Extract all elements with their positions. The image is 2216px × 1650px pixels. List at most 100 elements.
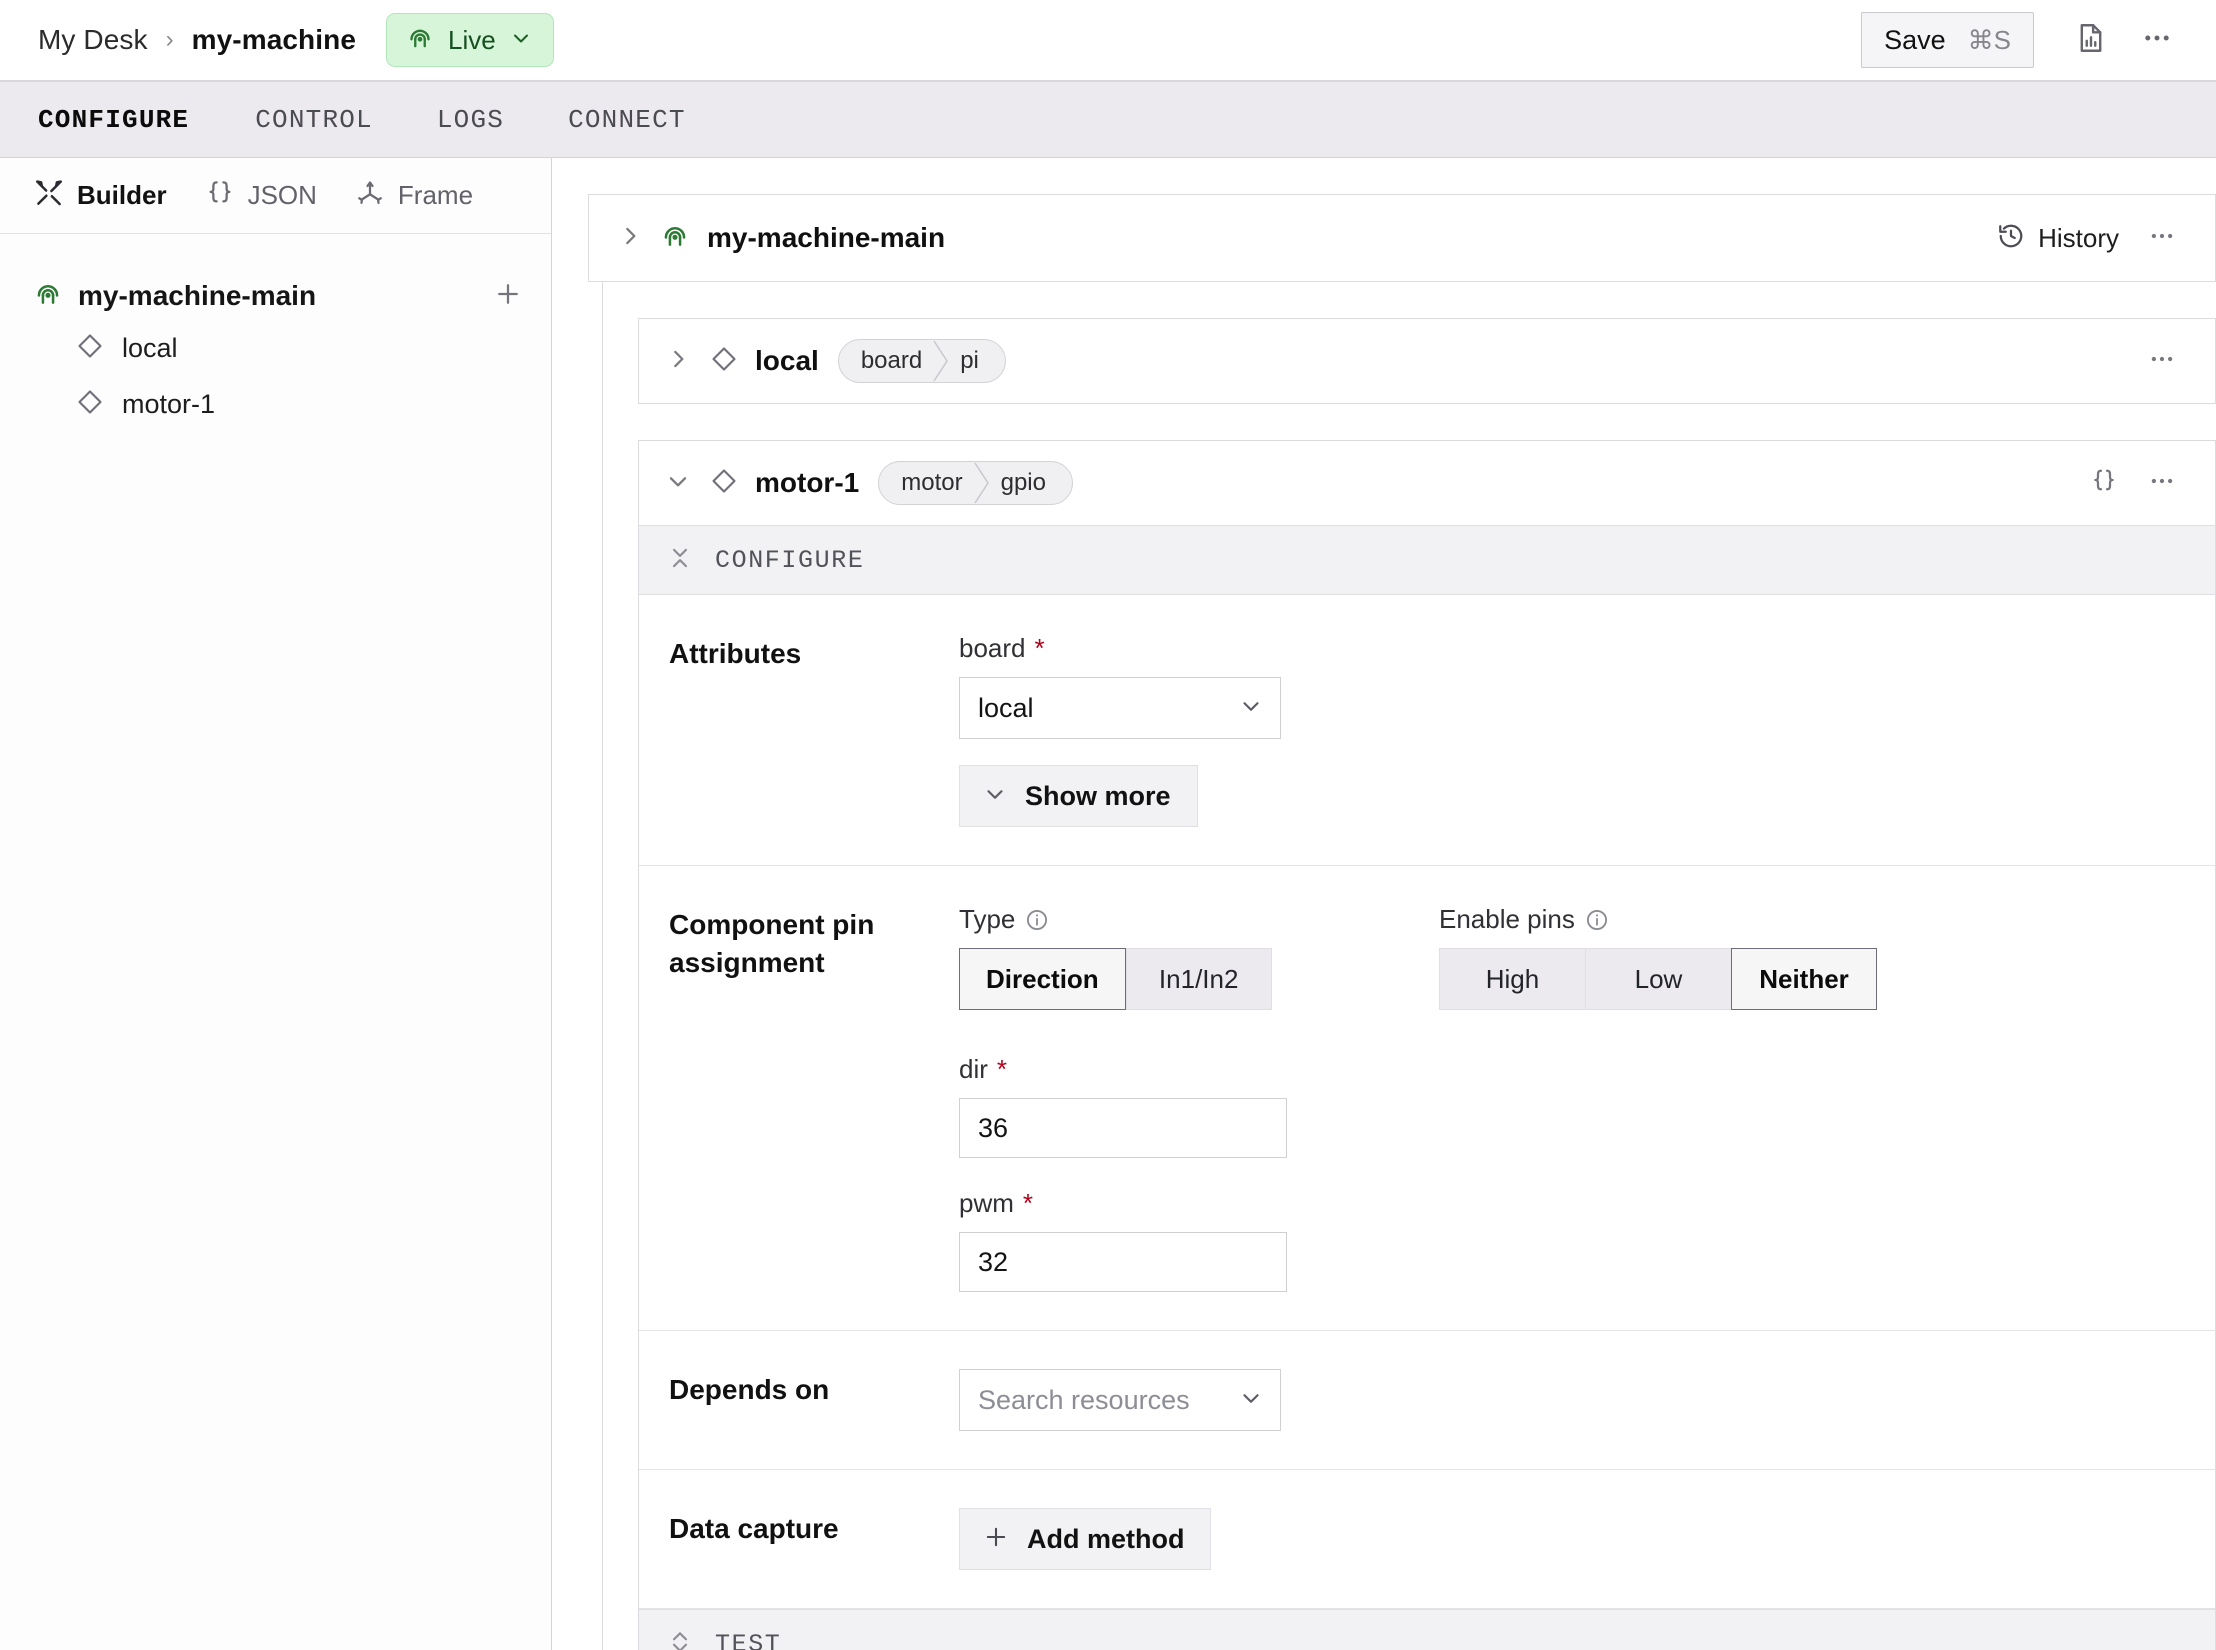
sidebar-mode-json[interactable]: JSON [205, 178, 355, 213]
attributes-gap [959, 739, 2185, 765]
resource-card-motor-1: motor-1 motor gpio CONFIGURE Attributes … [638, 440, 2216, 1650]
row-data-capture: Data capture Add method [639, 1470, 2215, 1609]
resource-type-model: motor [901, 469, 963, 496]
board-field-label: board [959, 633, 1026, 663]
resource-card-local-name: local [755, 345, 819, 376]
chevron-down-icon [509, 26, 533, 55]
body-split: Builder JSON Frame my-machine-main local… [0, 158, 2216, 1650]
resource-card-motor-1-header[interactable]: motor-1 motor gpio [639, 441, 2215, 525]
enable-pins-option-low[interactable]: Low [1585, 948, 1731, 1010]
main-panel: my-machine-main History local board pi m… [552, 158, 2216, 1650]
board-select-value: local [978, 692, 1034, 723]
top-bar: My Desk › my-machine Live Save ⌘S [0, 0, 2216, 82]
chart-document-button[interactable] [2062, 12, 2120, 68]
tree-root-my-machine-main[interactable]: my-machine-main [0, 272, 551, 320]
chevron-down-icon [1238, 1385, 1264, 1416]
sidebar-mode-json-label: JSON [247, 180, 317, 210]
resource-card-local-more-button[interactable] [2133, 333, 2191, 389]
sidebar: Builder JSON Frame my-machine-main local… [0, 158, 552, 1650]
sidebar-mode-builder[interactable]: Builder [34, 178, 205, 213]
resource-card-motor-1-name: motor-1 [755, 467, 860, 498]
tab-configure[interactable]: CONFIGURE [38, 82, 223, 158]
pwm-field-label: pwm [959, 1188, 1014, 1218]
pwm-required-marker: * [1022, 1188, 1034, 1218]
type-option-direction[interactable]: Direction [959, 948, 1126, 1010]
machine-broadcast-icon [405, 23, 435, 58]
history-button-label: History [2038, 222, 2119, 253]
show-more-button-label: Show more [1025, 780, 1171, 811]
more-options-icon [2147, 466, 2177, 501]
frame-axes-icon [355, 178, 385, 213]
machine-card-header[interactable]: my-machine-main History [588, 194, 2216, 282]
resource-tree: my-machine-main local motor-1 [0, 234, 551, 432]
row-depends-on-label: Depends on [669, 1374, 830, 1405]
pwm-label-wrap: pwm * [959, 1188, 2185, 1219]
live-status-dropdown[interactable]: Live [386, 13, 554, 67]
info-icon[interactable] [1024, 907, 1050, 933]
sidebar-mode-tabs: Builder JSON Frame [0, 158, 551, 234]
row-pin-assignment-body: Type Direction In1/In2 Enable pins High … [959, 904, 2185, 1292]
resource-diamond-icon [709, 466, 739, 501]
sidebar-mode-frame[interactable]: Frame [355, 178, 511, 213]
resource-card-motor-1-more-button[interactable] [2133, 455, 2191, 511]
row-attributes-body: board * local Show more [959, 633, 2185, 827]
add-method-button[interactable]: Add method [959, 1508, 1212, 1570]
row-pin-assignment-label: Component pin assignment [669, 909, 875, 978]
depends-on-search-select[interactable]: Search resources [959, 1369, 1281, 1431]
resource-diamond-icon [709, 344, 739, 379]
expand-vertical-icon [667, 1629, 693, 1650]
chart-document-icon [2074, 21, 2108, 60]
main-tab-bar: CONFIGURE CONTROL LOGS CONNECT [0, 82, 2216, 158]
braces-icon [2089, 466, 2119, 501]
info-icon[interactable] [1584, 907, 1610, 933]
collapse-vertical-icon [667, 545, 693, 576]
breadcrumb-parent-link[interactable]: My Desk [38, 24, 148, 56]
show-more-button[interactable]: Show more [959, 765, 1198, 827]
row-attributes-label: Attributes [669, 638, 802, 669]
chevron-right-icon[interactable] [665, 346, 691, 377]
row-attributes: Attributes board * local Show more [639, 595, 2215, 866]
type-label-wrap: Type [959, 904, 1439, 935]
configure-section-header[interactable]: CONFIGURE [639, 525, 2215, 595]
type-field-label: Type [959, 904, 1016, 934]
test-section-header[interactable]: TEST [639, 1609, 2215, 1650]
history-clock-icon [1996, 221, 2026, 256]
resource-type-pill-motor-1: motor gpio [878, 461, 1073, 505]
add-resource-button[interactable] [493, 279, 523, 314]
tree-item-motor-1-label: motor-1 [122, 388, 216, 419]
chevron-right-icon[interactable] [617, 223, 643, 254]
resource-children: local board pi motor-1 motor gpio CONFIG… [588, 282, 2216, 1650]
sidebar-mode-frame-label: Frame [397, 180, 474, 210]
type-option-in1-in2[interactable]: In1/In2 [1125, 948, 1272, 1010]
enable-pins-label-wrap: Enable pins [1439, 904, 2185, 935]
dir-input[interactable]: 36 [959, 1098, 1287, 1158]
row-data-capture-label: Data capture [669, 1513, 839, 1544]
topbar-more-button[interactable] [2128, 12, 2186, 68]
save-button[interactable]: Save ⌘S [1861, 12, 2034, 68]
machine-card-more-button[interactable] [2133, 210, 2191, 266]
resource-card-local-header[interactable]: local board pi [639, 319, 2215, 403]
enable-pins-option-neither[interactable]: Neither [1731, 948, 1877, 1010]
tab-logs[interactable]: LOGS [405, 82, 536, 158]
tab-control[interactable]: CONTROL [223, 82, 405, 158]
save-shortcut-hint: ⌘S [1967, 24, 2011, 55]
tools-icon [34, 178, 64, 213]
dir-required-marker: * [996, 1054, 1008, 1084]
braces-icon [205, 178, 235, 213]
board-required-marker: * [1034, 633, 1045, 663]
resource-json-button[interactable] [2075, 455, 2133, 511]
tab-connect[interactable]: CONNECT [536, 82, 718, 158]
tree-item-local[interactable]: local [0, 320, 551, 376]
tree-item-motor-1[interactable]: motor-1 [0, 376, 551, 432]
more-options-icon [2147, 344, 2177, 379]
pwm-input[interactable]: 32 [959, 1232, 1287, 1292]
tree-root-label: my-machine-main [78, 280, 317, 311]
test-section-title: TEST [715, 1629, 782, 1650]
enable-pins-option-high[interactable]: High [1439, 948, 1585, 1010]
history-button[interactable]: History [1982, 221, 2133, 256]
breadcrumb: My Desk › my-machine [38, 24, 356, 56]
resource-diamond-icon [75, 387, 105, 422]
resource-card-local: local board pi [638, 318, 2216, 404]
chevron-down-icon[interactable] [665, 468, 691, 499]
board-select[interactable]: local [959, 677, 1281, 739]
